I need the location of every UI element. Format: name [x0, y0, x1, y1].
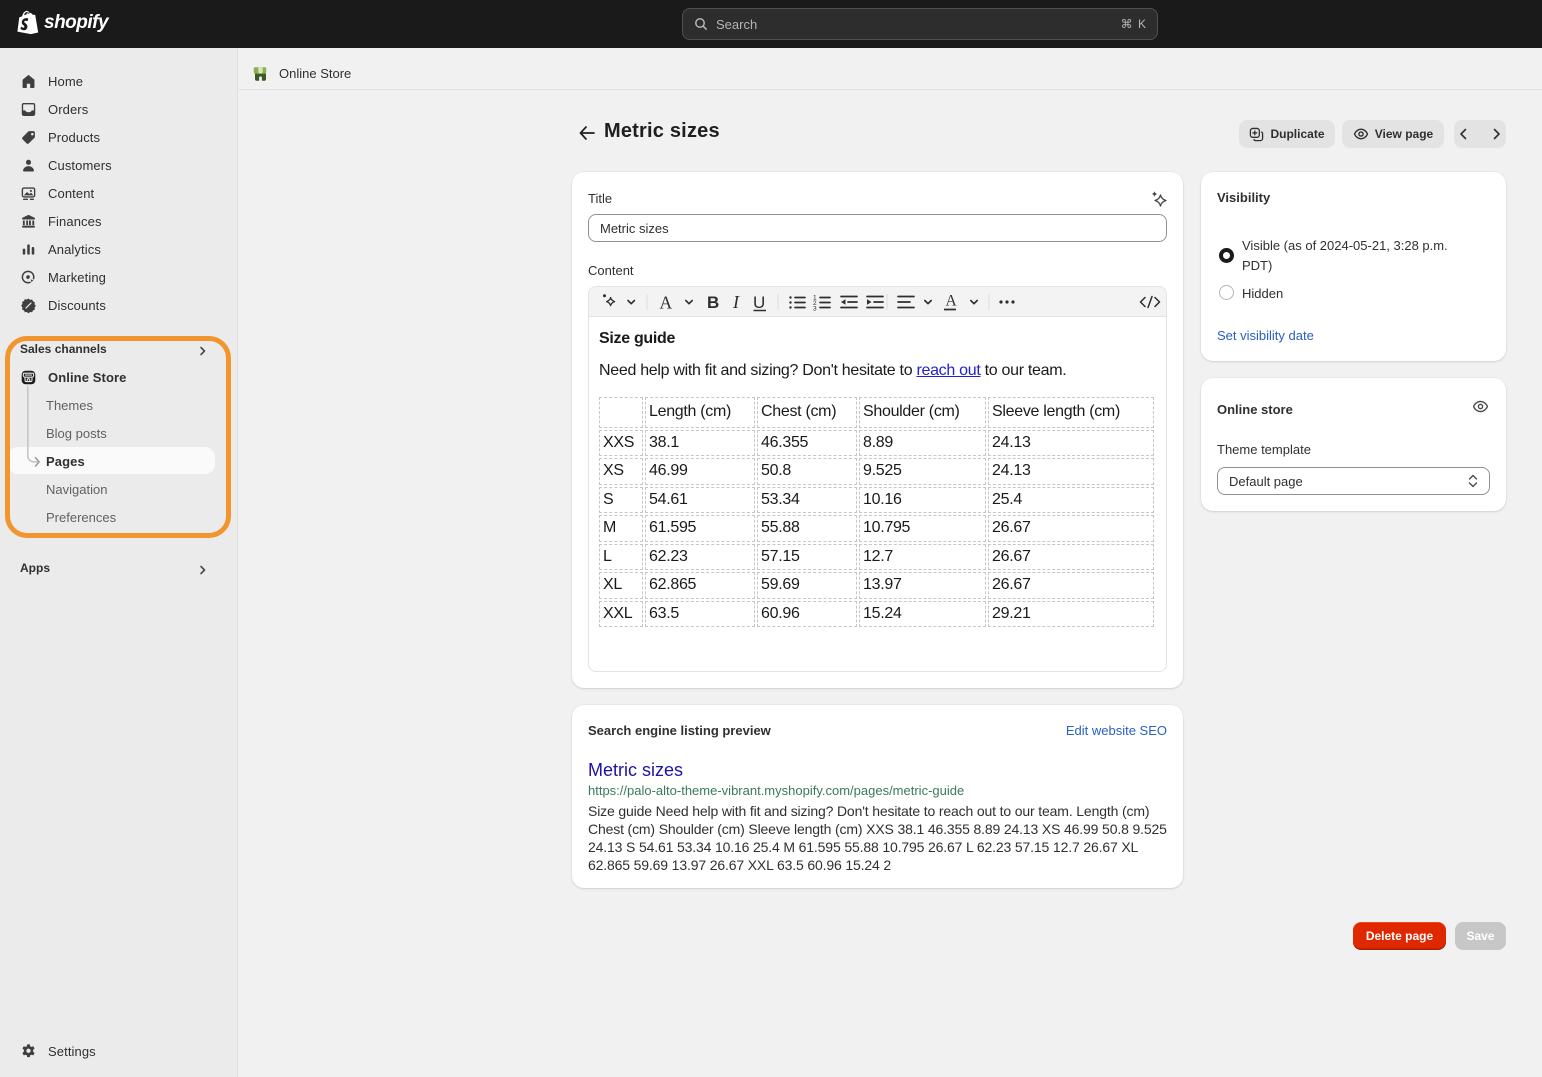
svg-text:3: 3 [813, 306, 817, 313]
svg-text:U: U [753, 293, 765, 312]
svg-text:A: A [660, 293, 673, 313]
svg-text:A: A [946, 293, 958, 310]
svg-text:B: B [707, 293, 719, 312]
svg-text:I: I [732, 292, 740, 312]
